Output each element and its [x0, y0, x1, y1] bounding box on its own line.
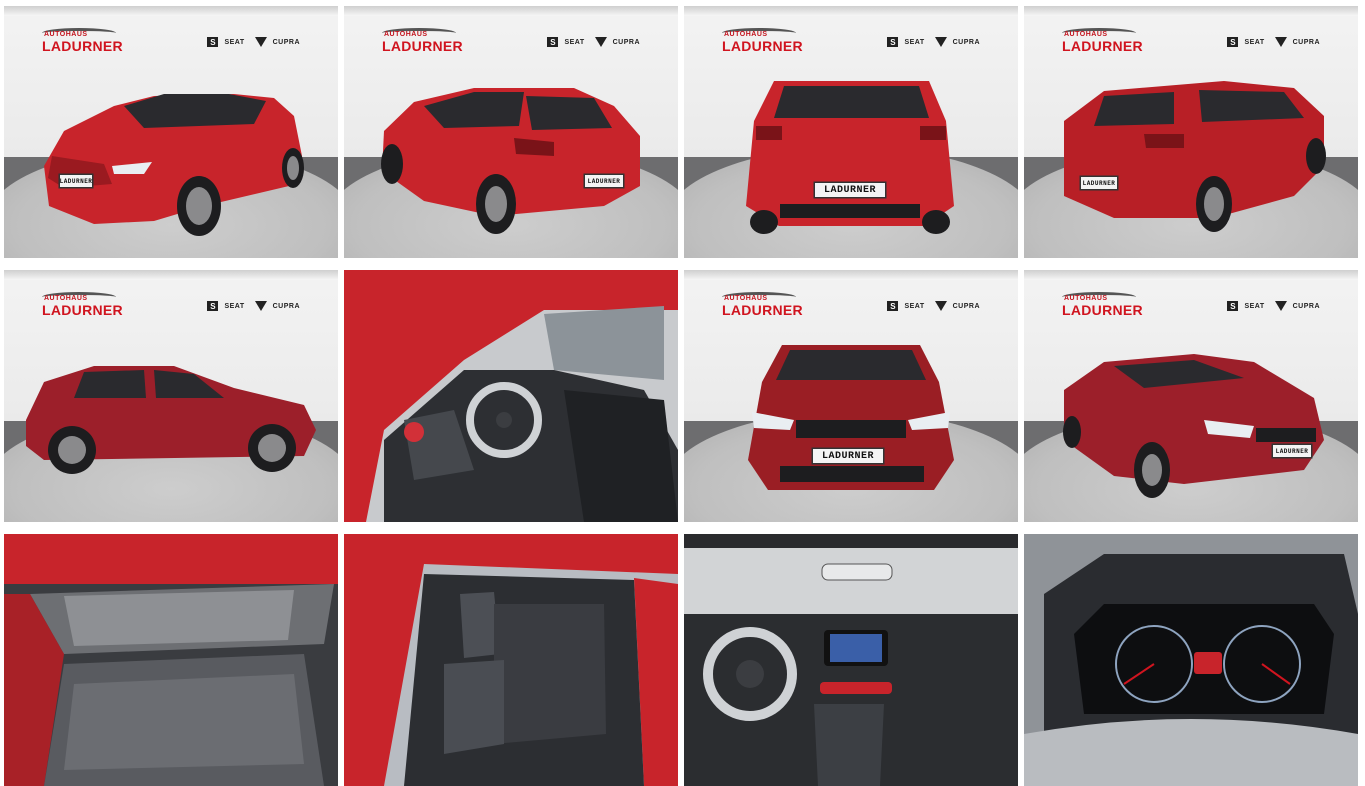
photo-gallery: AUTOHAUS LADURNER S SEAT CUPRA LADURNER …: [4, 6, 1358, 786]
photo-thumbnail[interactable]: AUTOHAUS LADURNER S SEAT CUPRA LADURNER: [344, 6, 678, 258]
license-plate: LADURNER: [59, 174, 93, 188]
photo-thumbnail[interactable]: [4, 534, 338, 786]
car-image: [44, 94, 304, 236]
trunk-image: [4, 534, 338, 786]
car-image: [748, 345, 954, 490]
photo-thumbnail[interactable]: AUTOHAUS LADURNER S SEAT CUPRA LADURNER: [1024, 270, 1358, 522]
rear-seats-image: [344, 534, 678, 786]
car-image: [746, 81, 954, 234]
photo-thumbnail[interactable]: [1024, 534, 1358, 786]
license-plate: LADURNER: [584, 174, 624, 188]
license-plate: LADURNER: [1080, 176, 1118, 190]
photo-thumbnail[interactable]: [344, 534, 678, 786]
car-image: [1063, 354, 1324, 498]
interior-image: [344, 270, 678, 522]
dashboard-image: [684, 534, 1018, 786]
instrument-cluster-image: [1024, 534, 1358, 786]
license-plate: LADURNER: [814, 182, 886, 198]
photo-thumbnail[interactable]: [684, 534, 1018, 786]
car-image: [381, 88, 640, 234]
photo-thumbnail[interactable]: AUTOHAUS LADURNER S SEAT CUPRA: [4, 270, 338, 522]
license-plate: LADURNER: [812, 448, 884, 464]
photo-thumbnail[interactable]: AUTOHAUS LADURNER S SEAT CUPRA LADURNER: [684, 6, 1018, 258]
license-plate: LADURNER: [1272, 444, 1312, 458]
photo-thumbnail[interactable]: AUTOHAUS LADURNER S SEAT CUPRA LADURNER: [1024, 6, 1358, 258]
car-image: [26, 366, 316, 474]
car-image: [1064, 81, 1326, 232]
photo-thumbnail[interactable]: AUTOHAUS LADURNER S SEAT CUPRA LADURNER: [4, 6, 338, 258]
photo-thumbnail[interactable]: [344, 270, 678, 522]
photo-thumbnail[interactable]: AUTOHAUS LADURNER S SEAT CUPRA LADURNER: [684, 270, 1018, 522]
